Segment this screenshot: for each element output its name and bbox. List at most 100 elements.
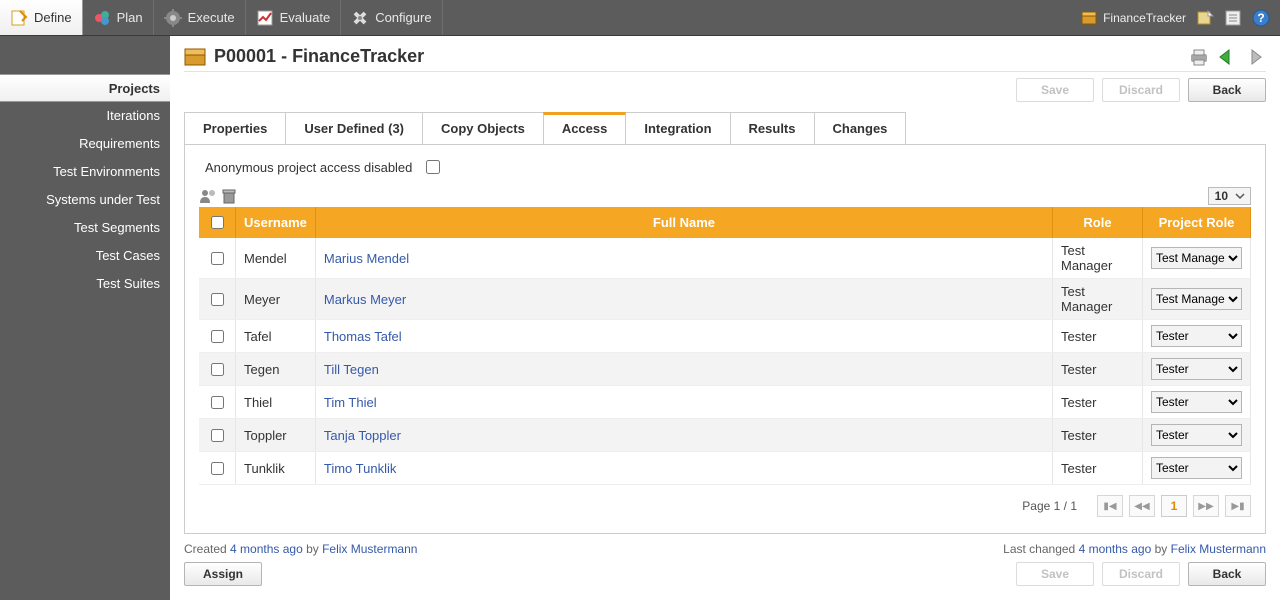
tab-properties[interactable]: Properties: [184, 112, 286, 144]
cell-role: Tester: [1053, 320, 1143, 353]
sidebar-item-iterations[interactable]: Iterations: [0, 102, 170, 130]
row-select-checkbox[interactable]: [211, 396, 224, 409]
select-all-checkbox[interactable]: [211, 216, 224, 229]
evaluate-icon: [256, 9, 274, 27]
row-select-checkbox[interactable]: [211, 330, 224, 343]
project-role-select[interactable]: Tester: [1151, 391, 1242, 413]
changed-info: Last changed 4 months ago by Felix Muste…: [1003, 542, 1266, 556]
page-prev-button[interactable]: ◀◀: [1129, 495, 1155, 517]
cell-username: Tafel: [236, 320, 316, 353]
back-button-bottom[interactable]: Back: [1188, 562, 1266, 586]
topnav-item-configure[interactable]: Configure: [341, 0, 442, 35]
project-role-select[interactable]: Test Manager: [1151, 247, 1242, 269]
page-next-button[interactable]: ▶▶: [1193, 495, 1219, 517]
topnav-item-evaluate[interactable]: Evaluate: [246, 0, 342, 35]
table-row: ThielTim ThielTesterTester: [199, 386, 1251, 419]
changed-time-link[interactable]: 4 months ago: [1079, 542, 1152, 556]
tab-access[interactable]: Access: [543, 112, 627, 144]
project-role-select[interactable]: Test Manager: [1151, 288, 1242, 310]
action-buttons-top: Save Discard Back: [184, 78, 1266, 102]
table-row: Tafel Thomas Tafel Tester Tester: [199, 320, 1251, 353]
row-select-checkbox[interactable]: [211, 293, 224, 306]
row-select-checkbox[interactable]: [211, 429, 224, 442]
sidebar-item-projects[interactable]: Projects: [0, 74, 170, 102]
configure-icon: [351, 9, 369, 27]
row-select-checkbox[interactable]: [211, 252, 224, 265]
page-first-button[interactable]: ▮◀: [1097, 495, 1123, 517]
fullname-link[interactable]: Markus Meyer: [324, 292, 406, 307]
col-project-role[interactable]: Project Role: [1143, 207, 1251, 238]
fullname-link[interactable]: Thomas Tafel: [324, 329, 402, 344]
anonymous-access-checkbox[interactable]: [426, 160, 440, 174]
fullname-link[interactable]: Timo Tunklik: [324, 461, 396, 476]
cell-role: Test Manager: [1053, 279, 1143, 320]
row-select-checkbox[interactable]: [211, 363, 224, 376]
page-size-selector[interactable]: 10: [1208, 187, 1251, 205]
fullname-link[interactable]: Till Tegen: [324, 362, 379, 377]
page-title: P00001 - FinanceTracker: [214, 46, 424, 67]
sidebar-item-test-environments[interactable]: Test Environments: [0, 158, 170, 186]
page-indicator: Page 1 / 1: [1022, 499, 1077, 513]
changed-by-link[interactable]: Felix Mustermann: [1171, 542, 1266, 556]
help-icon[interactable]: ?: [1252, 9, 1270, 27]
col-username[interactable]: Username: [236, 207, 316, 238]
svg-text:?: ?: [1257, 11, 1264, 25]
tab-user-defined-3-[interactable]: User Defined (3): [285, 112, 423, 144]
add-user-icon[interactable]: [199, 188, 217, 204]
cell-role: Tester: [1053, 353, 1143, 386]
tab-integration[interactable]: Integration: [625, 112, 730, 144]
created-time-link[interactable]: 4 months ago: [230, 542, 303, 556]
tab-copy-objects[interactable]: Copy Objects: [422, 112, 544, 144]
topnav-item-define[interactable]: Define: [0, 0, 83, 35]
meta-row: Created 4 months ago by Felix Mustermann…: [184, 534, 1266, 562]
plan-icon: [93, 9, 111, 27]
back-button[interactable]: Back: [1188, 78, 1266, 102]
save-button-bottom[interactable]: Save: [1016, 562, 1094, 586]
col-fullname[interactable]: Full Name: [315, 207, 1052, 238]
row-select-checkbox[interactable]: [211, 462, 224, 475]
fullname-link[interactable]: Marius Mendel: [324, 251, 409, 266]
sidebar-item-label: Test Segments: [74, 220, 160, 235]
tab-changes[interactable]: Changes: [814, 112, 907, 144]
sidebar-item-systems-under-test[interactable]: Systems under Test: [0, 186, 170, 214]
table-row: TunklikTimo TunklikTesterTester: [199, 452, 1251, 485]
created-info: Created 4 months ago by Felix Mustermann: [184, 542, 417, 556]
assign-button[interactable]: Assign: [184, 562, 262, 586]
manual-icon[interactable]: [1224, 9, 1242, 27]
page-size-value: 10: [1213, 189, 1230, 203]
save-button[interactable]: Save: [1016, 78, 1094, 102]
tab-results[interactable]: Results: [730, 112, 815, 144]
project-role-select[interactable]: Tester: [1151, 424, 1242, 446]
sidebar-item-test-cases[interactable]: Test Cases: [0, 242, 170, 270]
cell-username: Toppler: [236, 419, 316, 452]
topnav-item-execute[interactable]: Execute: [154, 0, 246, 35]
project-breadcrumb[interactable]: FinanceTracker: [1081, 11, 1186, 25]
cell-username: Meyer: [236, 279, 316, 320]
sidebar-item-requirements[interactable]: Requirements: [0, 130, 170, 158]
sidebar-item-test-suites[interactable]: Test Suites: [0, 270, 170, 298]
topnav-label: Configure: [375, 10, 431, 25]
header-nav-icons: [1188, 47, 1266, 67]
created-by-link[interactable]: Felix Mustermann: [322, 542, 417, 556]
col-role[interactable]: Role: [1053, 207, 1143, 238]
anonymous-access-label: Anonymous project access disabled: [205, 160, 412, 175]
export-icon[interactable]: [1196, 9, 1214, 27]
sidebar-item-test-segments[interactable]: Test Segments: [0, 214, 170, 242]
topnav-item-plan[interactable]: Plan: [83, 0, 154, 35]
page-number-button[interactable]: 1: [1161, 495, 1187, 517]
sidebar-item-label: Requirements: [79, 136, 160, 151]
box-icon: [184, 48, 206, 66]
nav-forward-icon[interactable]: [1244, 47, 1266, 67]
project-role-select[interactable]: Tester: [1151, 325, 1242, 347]
project-role-select[interactable]: Tester: [1151, 457, 1242, 479]
project-role-select[interactable]: Tester: [1151, 358, 1242, 380]
discard-button[interactable]: Discard: [1102, 78, 1180, 102]
discard-button-bottom[interactable]: Discard: [1102, 562, 1180, 586]
fullname-link[interactable]: Tim Thiel: [324, 395, 377, 410]
print-icon[interactable]: [1188, 47, 1210, 67]
remove-users-icon[interactable]: [221, 188, 237, 204]
fullname-link[interactable]: Tanja Toppler: [324, 428, 401, 443]
nav-back-icon[interactable]: [1216, 47, 1238, 67]
page-header: P00001 - FinanceTracker: [184, 46, 1266, 72]
page-last-button[interactable]: ▶▮: [1225, 495, 1251, 517]
